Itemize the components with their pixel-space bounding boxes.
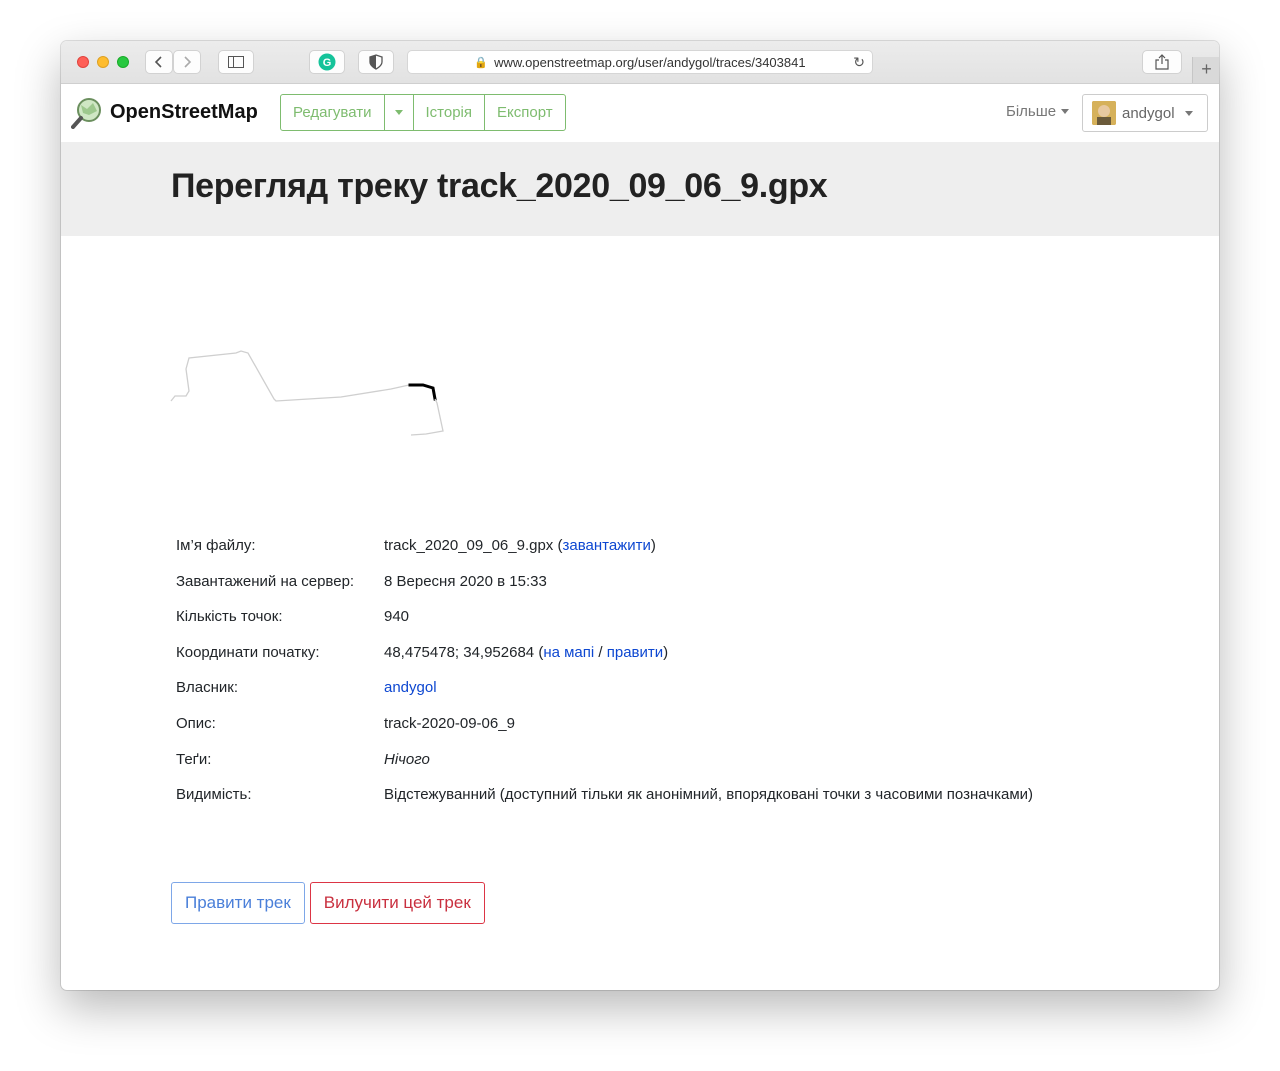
owner-value: andygol — [384, 679, 437, 696]
browser-window: G 🔒 www.openstreetmap.org/user/andygol/t… — [61, 41, 1219, 990]
trace-actions: Правити трек Вилучити цей трек — [171, 882, 485, 924]
uploaded-value: 8 Вересня 2020 в 15:33 — [384, 572, 547, 590]
grammarly-icon: G — [318, 53, 336, 71]
share-button[interactable] — [1142, 50, 1182, 74]
zoom-window-button[interactable] — [117, 56, 129, 68]
reload-icon[interactable]: ↻ — [853, 54, 865, 71]
description-label: Опис: — [176, 714, 216, 732]
points-label: Кількість точок: — [176, 608, 283, 626]
filename-label: Ім’я файлу: — [176, 537, 256, 554]
forward-button[interactable] — [173, 50, 201, 74]
start-coords: 48,475478; 34,952684 — [384, 643, 535, 661]
brand-name[interactable]: OpenStreetMap — [110, 101, 258, 124]
address-bar[interactable]: 🔒 www.openstreetmap.org/user/andygol/tra… — [407, 50, 873, 74]
avatar — [1092, 101, 1116, 125]
lock-icon: 🔒 — [474, 56, 489, 69]
chevron-right-icon — [184, 56, 192, 68]
privacy-extension-button[interactable] — [358, 50, 394, 74]
title-band: Перегляд треку track_2020_09_06_9.gpx — [61, 142, 1219, 236]
edit-button[interactable]: Редагувати — [281, 95, 385, 130]
edit-dropdown-button[interactable] — [385, 95, 414, 130]
close-window-button[interactable] — [77, 56, 89, 68]
minimize-window-button[interactable] — [97, 56, 109, 68]
description-value: track-2020-09-06_9 — [384, 714, 515, 732]
more-menu[interactable]: Більше — [1006, 103, 1070, 120]
share-icon — [1155, 54, 1169, 70]
caret-down-icon — [1061, 109, 1070, 114]
user-avatar-image — [1092, 101, 1116, 125]
edit-trace-button[interactable]: Правити трек — [171, 882, 305, 924]
trace-preview-image — [170, 350, 444, 436]
delete-trace-button[interactable]: Вилучити цей трек — [309, 882, 485, 924]
browser-toolbar: G 🔒 www.openstreetmap.org/user/andygol/t… — [61, 41, 1219, 84]
url-text: www.openstreetmap.org/user/andygol/trace… — [494, 54, 806, 70]
points-value: 940 — [384, 608, 410, 626]
visibility-value: Відстежуванний (доступний тільки як анон… — [384, 786, 1034, 804]
page-title: Перегляд треку track_2020_09_06_9.gpx — [171, 167, 828, 205]
download-link[interactable]: завантажити — [562, 537, 650, 554]
sidebar-icon — [228, 56, 244, 68]
new-tab-button[interactable]: + — [1192, 57, 1219, 83]
svg-text:G: G — [323, 57, 332, 69]
owner-label: Власник: — [176, 679, 238, 697]
user-menu[interactable]: andygol — [1082, 94, 1208, 132]
export-button[interactable]: Експорт — [485, 95, 565, 130]
sidebar-toggle-button[interactable] — [218, 50, 254, 74]
uploaded-label: Завантажений на сервер: — [176, 572, 355, 590]
on-map-link[interactable]: на мапі — [543, 644, 594, 661]
osm-navbar: OpenStreetMap Редагувати Історія Експорт… — [61, 84, 1219, 142]
edit-map-link[interactable]: правити — [607, 644, 663, 661]
osm-logo-icon[interactable] — [71, 97, 103, 129]
back-button[interactable] — [145, 50, 173, 74]
shield-icon — [369, 54, 383, 70]
filename-value: track_2020_09_06_9.gpx (завантажити) — [384, 537, 656, 554]
username: andygol — [1122, 104, 1175, 122]
start-value: 48,475478; 34,952684 (на мапі / правити) — [384, 643, 669, 661]
filename-text: track_2020_09_06_9.gpx — [384, 537, 554, 554]
edit-nav-group: Редагувати Історія Експорт — [280, 94, 566, 131]
grammarly-extension-button[interactable]: G — [309, 50, 345, 74]
tags-value: Нічого — [384, 750, 430, 768]
visibility-label: Видимість: — [176, 786, 252, 804]
tags-label: Теґи: — [176, 750, 212, 768]
history-button[interactable]: Історія — [414, 95, 486, 130]
owner-link[interactable]: andygol — [384, 679, 437, 696]
chevron-left-icon — [154, 56, 162, 68]
start-label: Координати початку: — [176, 643, 320, 661]
caret-down-icon — [394, 110, 403, 115]
more-label: Більше — [1006, 103, 1057, 120]
caret-down-icon — [1184, 110, 1193, 116]
